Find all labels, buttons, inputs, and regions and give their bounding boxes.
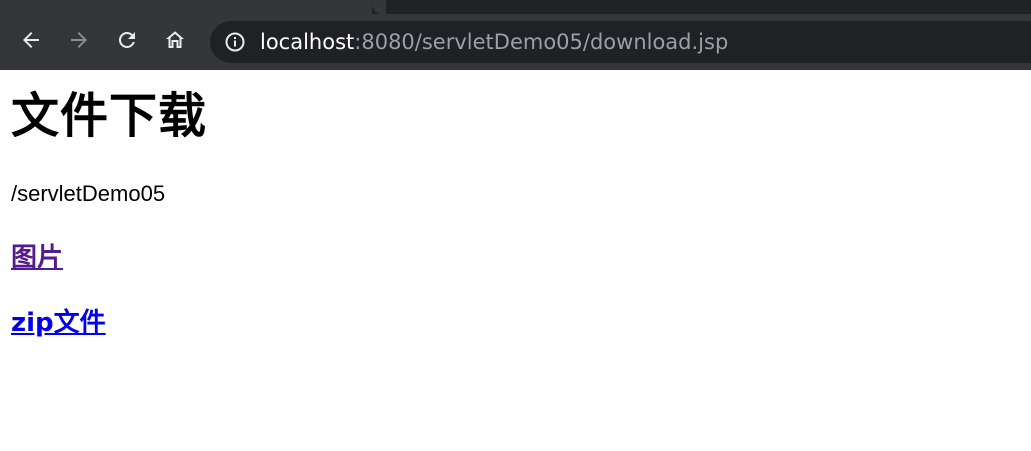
- active-tab[interactable]: [0, 0, 372, 14]
- zip-download-link[interactable]: zip文件: [11, 307, 106, 339]
- address-bar[interactable]: localhost:8080/servletDemo05/download.js…: [210, 21, 1031, 63]
- arrow-right-icon: [71, 32, 87, 48]
- reload-icon: [118, 31, 135, 48]
- reload-button[interactable]: [112, 25, 142, 55]
- home-icon: [166, 31, 184, 48]
- url-text[interactable]: localhost:8080/servletDemo05/download.js…: [260, 21, 728, 63]
- tab-edge: [372, 0, 386, 14]
- context-path-text: /servletDemo05: [11, 181, 166, 206]
- page-content: 文件下载 /servletDemo05 图片 zip文件: [0, 70, 1031, 451]
- page-title: 文件下载: [11, 88, 208, 144]
- info-icon[interactable]: [224, 31, 246, 53]
- back-button[interactable]: [16, 25, 46, 55]
- url-host: localhost: [260, 30, 355, 54]
- browser-chrome: localhost:8080/servletDemo05/download.js…: [0, 0, 1031, 70]
- image-download-link[interactable]: 图片: [11, 242, 63, 274]
- tab-strip: [0, 0, 1031, 14]
- home-button[interactable]: [160, 25, 190, 55]
- forward-button[interactable]: [64, 25, 94, 55]
- arrow-left-icon: [23, 32, 39, 48]
- url-path: :8080/servletDemo05/download.jsp: [354, 30, 729, 54]
- browser-toolbar: localhost:8080/servletDemo05/download.js…: [0, 14, 1031, 70]
